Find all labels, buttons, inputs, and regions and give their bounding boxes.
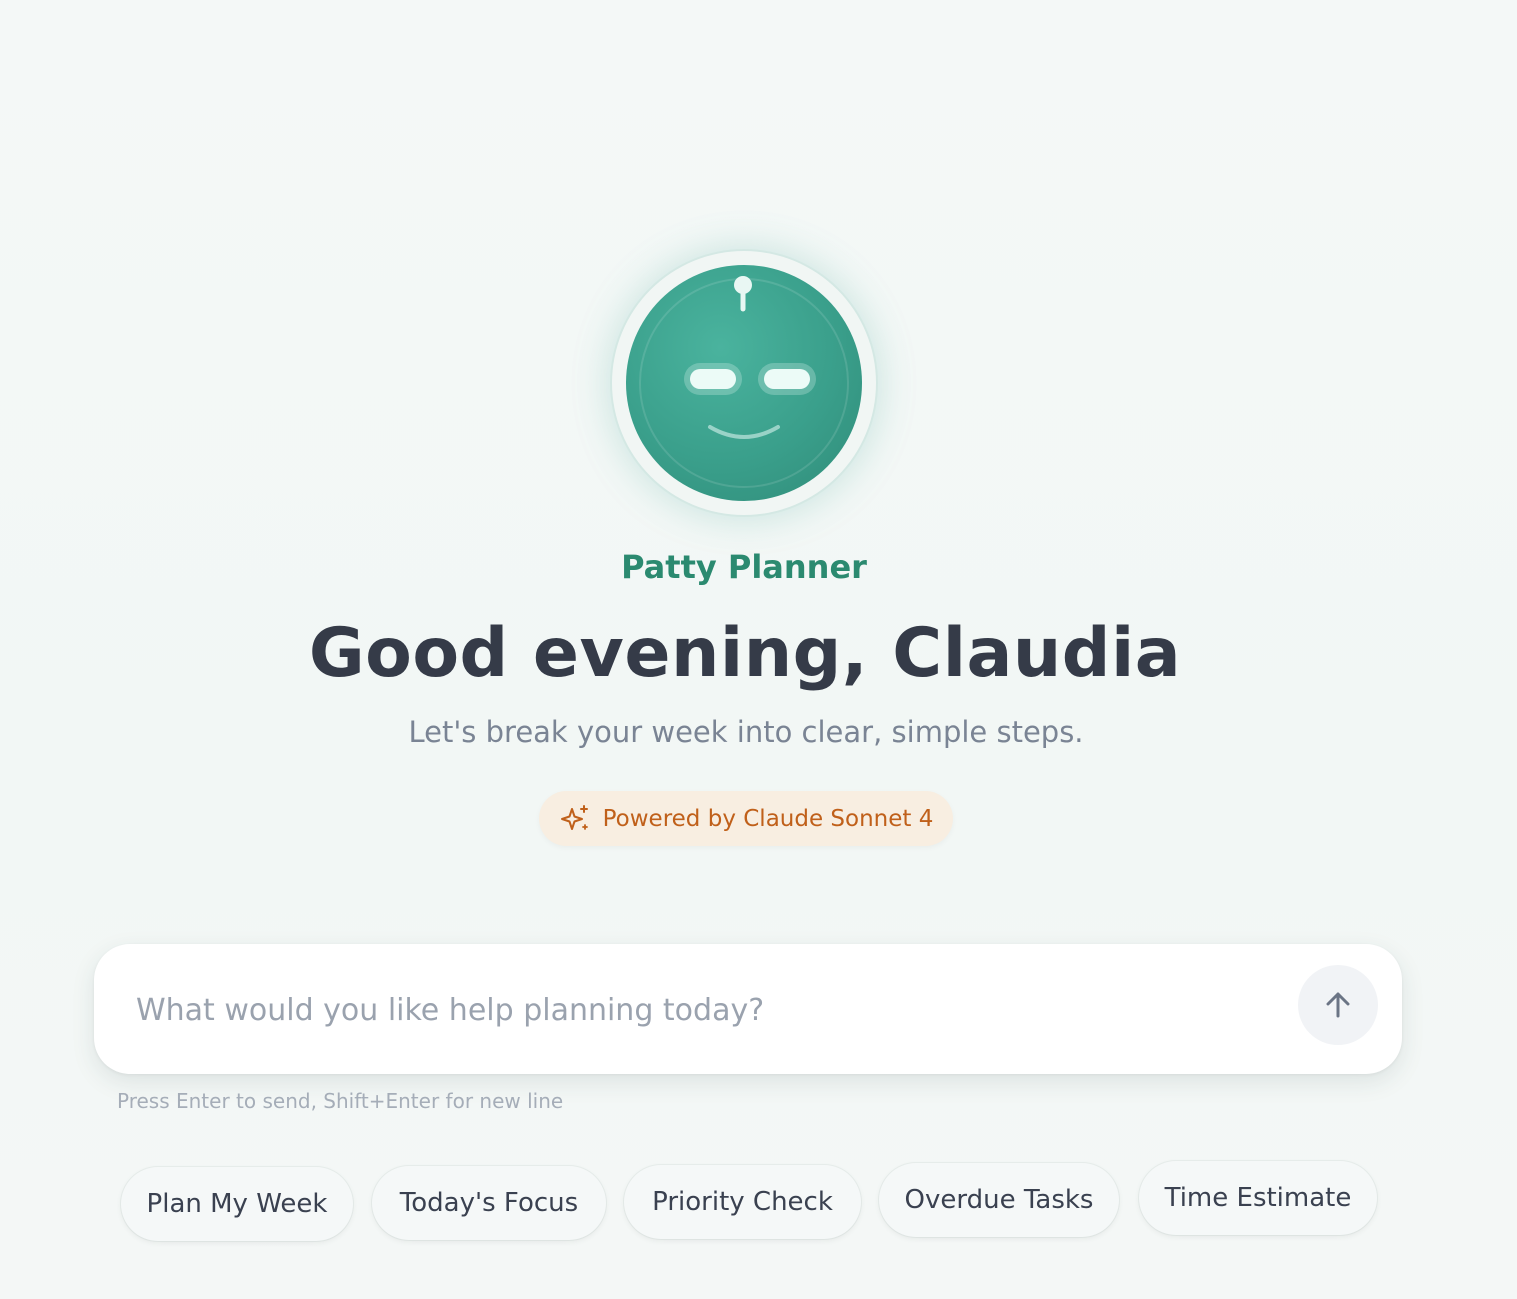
robot-face-icon bbox=[626, 265, 862, 501]
chat-input[interactable] bbox=[134, 984, 1288, 1036]
quick-actions: Plan My Week Today's Focus Priority Chec… bbox=[121, 1161, 1391, 1243]
arrow-up-icon bbox=[1326, 992, 1350, 1018]
assistant-name: Patty Planner bbox=[621, 548, 867, 586]
greeting-subtitle: Let's break your week into clear, simple… bbox=[408, 715, 1084, 749]
powered-by-badge: Powered by Claude Sonnet 4 bbox=[539, 791, 953, 846]
quick-action-overdue-tasks[interactable]: Overdue Tasks bbox=[879, 1163, 1119, 1237]
chat-composer bbox=[94, 944, 1402, 1074]
greeting-heading: Good evening, Claudia bbox=[308, 614, 1182, 693]
quick-action-todays-focus[interactable]: Today's Focus bbox=[372, 1166, 606, 1240]
powered-by-label: Powered by Claude Sonnet 4 bbox=[602, 805, 934, 832]
composer-hint: Press Enter to send, Shift+Enter for new… bbox=[117, 1089, 564, 1113]
quick-action-time-estimate[interactable]: Time Estimate bbox=[1139, 1161, 1377, 1235]
assistant-avatar bbox=[612, 251, 876, 515]
quick-action-plan-my-week[interactable]: Plan My Week bbox=[121, 1167, 353, 1241]
send-button[interactable] bbox=[1298, 965, 1378, 1045]
quick-action-priority-check[interactable]: Priority Check bbox=[624, 1165, 861, 1239]
page: Patty Planner Good evening, Claudia Let'… bbox=[0, 0, 1517, 1299]
sparkle-icon bbox=[560, 804, 588, 830]
